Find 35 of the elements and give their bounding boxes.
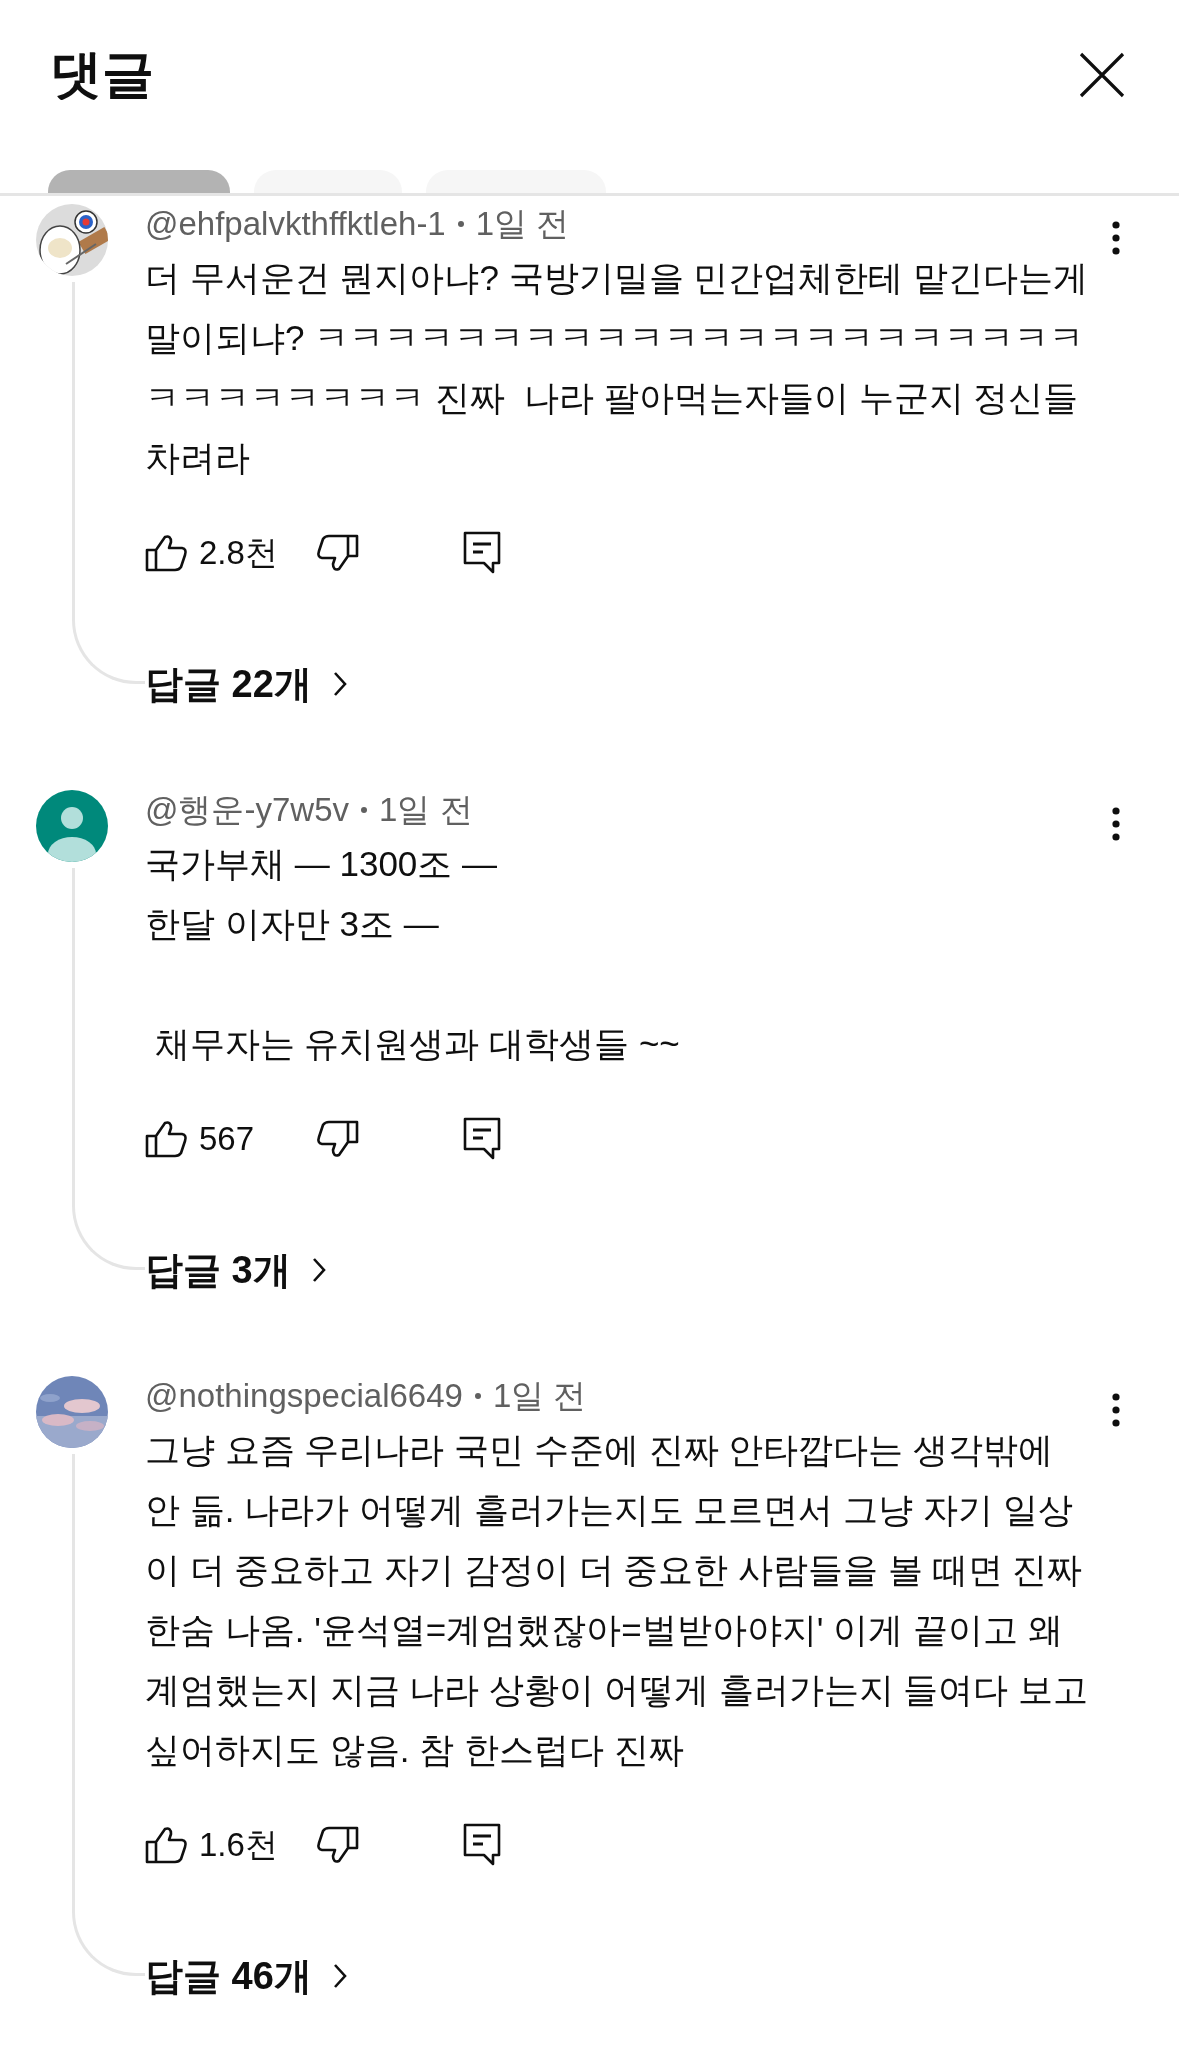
reply-icon[interactable] [463,531,503,575]
comment-text: 그냥 요즘 우리나라 국민 수준에 진짜 안타깝다는 생각밖에 안 듦. 나라가 어떻게 흘러가는지도 모르면서 그냥 자기 일상이 더 중요하고 자기 감정이 더 중요한 사람들을 볼 때면 진짜 한숨 나옴. '윤석열=계엄했잖아=벌받아야지' 이게 끝이고 왜 계엄했는지 지금 나라 상황이 어떻게 흘러가는지 들여다 보고 싶어하지도 않음. 참 한스럽다 진짜 [145,1429,1089,1771]
more-options-icon[interactable] [1111,220,1121,256]
replies-button[interactable]: 답글 46개 [145,1950,348,2002]
comment-text: 더 무서운건 뭔지아냐? 국방기밀을 민간업체한테 맡긴다는게 말이되냐? ㅋㅋㅋㅋㅋㅋㅋㅋㅋㅋㅋㅋㅋㅋㅋㅋㅋㅋㅋㅋㅋㅋㅋㅋㅋㅋㅋㅋㅋㅋ 진짜 나라 팔아먹는자들이 누군지 정신들 차려라 [145,257,1089,479]
thumbs-up-icon [145,1825,189,1865]
comment-time: 1일 전 [379,789,473,830]
close-icon[interactable] [1077,50,1127,100]
like-button[interactable]: 567 [145,1119,295,1159]
like-button[interactable]: 2.8천 [145,530,295,576]
thumbs-up-icon [145,1119,189,1159]
comment-author[interactable]: @nothingspecial6649 [145,1377,463,1415]
more-options-icon[interactable] [1111,806,1121,842]
separator-dot [457,221,464,227]
replies-button[interactable]: 답글 3개 [145,1244,327,1296]
replies-button[interactable]: 답글 22개 [145,658,348,710]
chevron-icon [310,1256,327,1284]
thumbs-up-icon [145,533,189,573]
separator-dot [474,1393,481,1399]
chevron-icon [331,1962,348,1990]
comment-text: 국가부채 — 1300조 — 한달 이자만 3조 — 채무자는 유치원생과 대학생들 ~~ [145,843,681,1065]
dislike-icon[interactable] [315,1825,359,1865]
dislike-icon[interactable] [315,533,359,573]
comment-time: 1일 전 [475,203,570,244]
more-options-icon[interactable] [1111,1392,1121,1428]
dislike-icon[interactable] [315,1119,359,1159]
comment-author[interactable]: @행운-y7w5v [145,787,350,833]
reply-icon[interactable] [463,1823,503,1867]
comment-time: 1일 전 [492,1375,587,1416]
chevron-icon [331,670,348,698]
panel-title: 댓글 [50,44,154,105]
separator-dot [361,807,368,813]
like-button[interactable]: 1.6천 [145,1822,295,1868]
comment-author[interactable]: @ehfpalvkthffktleh-1 [145,205,446,243]
reply-icon[interactable] [463,1117,503,1161]
